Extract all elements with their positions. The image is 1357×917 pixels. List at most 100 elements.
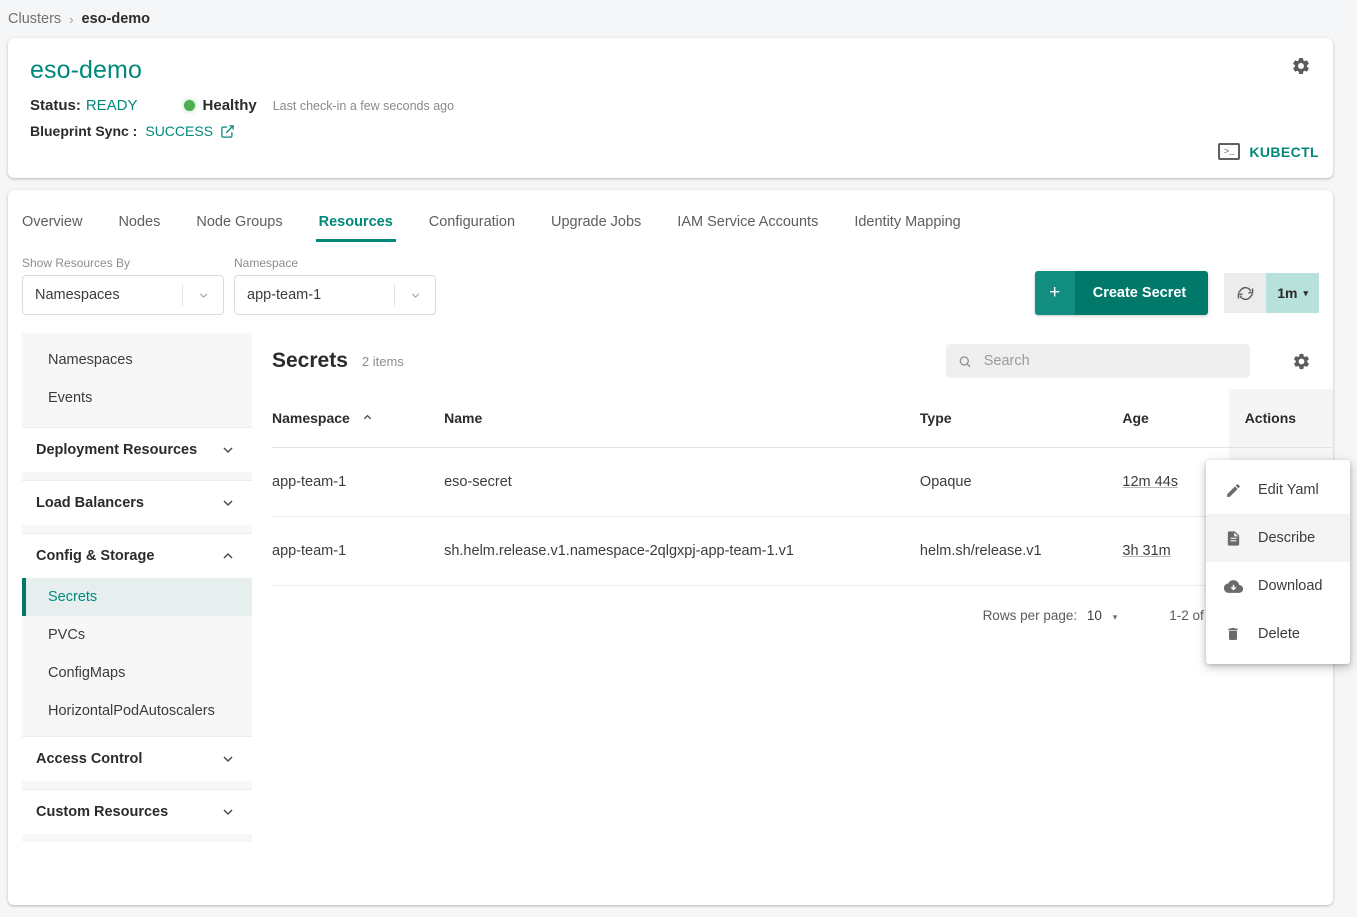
menu-item-download[interactable]: Download xyxy=(1206,562,1350,610)
column-label: Namespace xyxy=(272,409,350,426)
breadcrumb: Clusters › eso-demo xyxy=(0,0,1357,38)
column-header-actions: Actions xyxy=(1228,389,1333,448)
table-title: Secrets xyxy=(272,349,348,372)
table-settings-gear-icon[interactable] xyxy=(1292,352,1311,371)
sidebar-item-secrets[interactable]: Secrets xyxy=(22,578,252,616)
health-indicator: Healthy xyxy=(183,97,257,114)
sidebar-group-label: Custom Resources xyxy=(36,804,169,820)
refresh-button[interactable] xyxy=(1224,273,1267,313)
breadcrumb-separator: › xyxy=(69,11,74,27)
sidebar-top-group: Namespaces Events xyxy=(22,333,252,427)
sort-asc-icon xyxy=(362,412,373,423)
breadcrumb-link-clusters[interactable]: Clusters xyxy=(8,11,61,27)
external-link-icon[interactable] xyxy=(220,124,235,139)
column-header-type[interactable]: Type xyxy=(919,389,1123,448)
cell-namespace: app-team-1 xyxy=(272,516,445,586)
sidebar-group-custom-resources[interactable]: Custom Resources xyxy=(22,789,252,834)
kubectl-label: KUBECTL xyxy=(1249,143,1319,160)
search-box[interactable] xyxy=(946,344,1250,378)
chevron-down-icon xyxy=(220,442,236,458)
tab-resources[interactable]: Resources xyxy=(315,214,396,242)
sidebar-group-deployment-resources[interactable]: Deployment Resources xyxy=(22,427,252,472)
cell-name: eso-secret xyxy=(444,447,920,517)
show-resources-by-field: Show Resources By Namespaces xyxy=(22,256,224,315)
sidebar-item-configmaps[interactable]: ConfigMaps xyxy=(22,654,252,692)
table-header-row: Namespace Name Type Age Actions xyxy=(272,389,1333,448)
resource-sidebar: Namespaces Events Deployment Resources L… xyxy=(22,333,252,905)
show-resources-by-label: Show Resources By xyxy=(22,256,131,270)
sidebar-item-horizontalpodautoscalers[interactable]: HorizontalPodAutoscalers xyxy=(22,692,252,730)
search-icon xyxy=(959,355,971,367)
age-value: 12m 44s xyxy=(1122,473,1179,490)
menu-item-describe[interactable]: Describe xyxy=(1206,514,1350,562)
create-secret-button[interactable]: + Create Secret xyxy=(1034,271,1209,315)
table-toolbar: Secrets 2 items xyxy=(272,333,1333,389)
cell-name: sh.helm.release.v1.namespace-2qlgxpj-app… xyxy=(444,516,920,586)
page-title: eso-demo xyxy=(30,56,142,84)
pagination: Rows per page: 10 ▾ 1-2 of 2 xyxy=(272,586,1333,623)
show-resources-by-select[interactable]: Namespaces xyxy=(22,275,224,315)
blueprint-sync-row: Blueprint Sync : SUCCESS xyxy=(30,123,1311,139)
status-row: Status: READY Healthy Last check-in a fe… xyxy=(30,97,1311,114)
column-header-name[interactable]: Name xyxy=(444,389,920,448)
blueprint-sync-value[interactable]: SUCCESS xyxy=(145,123,213,139)
sidebar-item-events[interactable]: Events xyxy=(22,379,252,417)
toolbar-actions: + Create Secret 1m ▾ xyxy=(1034,271,1319,315)
sidebar-spacer xyxy=(22,781,252,789)
sidebar-config-storage-items: Secrets PVCs ConfigMaps HorizontalPodAut… xyxy=(22,578,252,736)
namespace-select[interactable]: app-team-1 xyxy=(234,275,436,315)
cell-type: Opaque xyxy=(919,447,1123,517)
sidebar-group-label: Config & Storage xyxy=(36,548,155,564)
tab-node-groups[interactable]: Node Groups xyxy=(196,214,282,242)
tab-upgrade-jobs[interactable]: Upgrade Jobs xyxy=(551,214,641,242)
sidebar-spacer xyxy=(22,834,252,842)
plus-icon: + xyxy=(1034,271,1075,315)
menu-item-label: Delete xyxy=(1258,626,1300,642)
menu-item-label: Download xyxy=(1258,578,1323,594)
sidebar-group-config-storage[interactable]: Config & Storage xyxy=(22,533,252,578)
column-header-namespace[interactable]: Namespace xyxy=(272,389,445,448)
cell-namespace: app-team-1 xyxy=(272,447,445,517)
tab-iam-service-accounts[interactable]: IAM Service Accounts xyxy=(677,214,818,242)
menu-item-delete[interactable]: Delete xyxy=(1206,610,1350,658)
health-label: Healthy xyxy=(202,97,257,114)
refresh-interval-button[interactable]: 1m ▾ xyxy=(1266,273,1319,313)
refresh-interval-value: 1m xyxy=(1277,285,1298,301)
tab-overview[interactable]: Overview xyxy=(22,214,82,242)
chevron-down-icon xyxy=(220,804,236,820)
kubectl-button[interactable]: >_ KUBECTL xyxy=(1218,143,1319,160)
namespace-label: Namespace xyxy=(234,256,299,270)
chevron-up-icon xyxy=(220,548,236,564)
column-header-age[interactable]: Age xyxy=(1122,389,1229,448)
chevron-down-icon xyxy=(395,289,435,302)
menu-item-label: Describe xyxy=(1258,530,1316,546)
sidebar-group-access-control[interactable]: Access Control xyxy=(22,736,252,781)
sidebar-group-load-balancers[interactable]: Load Balancers xyxy=(22,480,252,525)
tab-configuration[interactable]: Configuration xyxy=(429,214,515,242)
resources-body: Namespaces Events Deployment Resources L… xyxy=(8,333,1333,905)
secrets-table-area: Secrets 2 items Search Namespace Name Ty… xyxy=(272,333,1333,905)
cell-type: helm.sh/release.v1 xyxy=(919,516,1123,586)
tab-nodes[interactable]: Nodes xyxy=(118,214,160,242)
chevron-down-icon xyxy=(220,495,236,511)
breadcrumb-current: eso-demo xyxy=(81,11,151,27)
cluster-header-card: eso-demo Status: READY Healthy Last chec… xyxy=(8,38,1333,178)
sidebar-group-label: Deployment Resources xyxy=(36,442,198,458)
sidebar-spacer xyxy=(22,472,252,480)
tab-identity-mapping[interactable]: Identity Mapping xyxy=(854,214,960,242)
sidebar-item-pvcs[interactable]: PVCs xyxy=(22,616,252,654)
rows-per-page[interactable]: Rows per page: 10 ▾ xyxy=(983,608,1118,623)
pencil-icon xyxy=(1220,482,1246,499)
sidebar-item-namespaces[interactable]: Namespaces xyxy=(22,341,252,379)
search-input[interactable] xyxy=(981,352,1238,370)
menu-item-edit-yaml[interactable]: Edit Yaml xyxy=(1206,466,1350,514)
rows-per-page-label: Rows per page: xyxy=(982,607,1078,623)
table-row[interactable]: app-team-1 eso-secret Opaque 12m 44s xyxy=(272,447,1333,517)
table-row[interactable]: app-team-1 sh.helm.release.v1.namespace-… xyxy=(272,516,1333,586)
trash-icon xyxy=(1220,626,1246,642)
rows-per-page-value: 10 xyxy=(1086,607,1102,623)
namespace-field: Namespace app-team-1 xyxy=(234,256,436,315)
table-item-count: 2 items xyxy=(361,353,404,369)
cluster-settings-gear-icon[interactable] xyxy=(1291,56,1311,76)
chevron-down-icon xyxy=(183,289,223,302)
